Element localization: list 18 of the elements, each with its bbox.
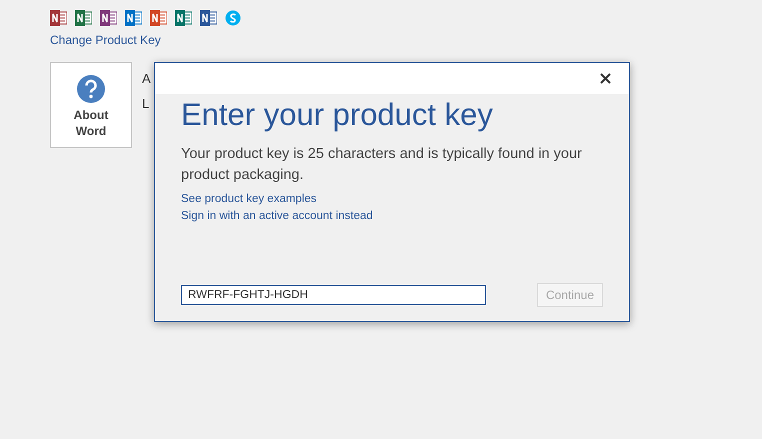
dialog-link[interactable]: Sign in with an active account instead (181, 208, 373, 225)
help-icon (77, 75, 105, 103)
product-key-field[interactable]: RWFRF-FGHTJ-HGDH (181, 285, 486, 305)
info-text: L (142, 94, 150, 112)
app-icon[interactable] (150, 10, 167, 26)
app-icon[interactable] (125, 10, 142, 26)
app-icon[interactable] (75, 10, 92, 26)
app-icon[interactable] (50, 10, 67, 26)
info-text: A (142, 70, 151, 88)
dialog-title: Enter your product key (181, 96, 494, 134)
dialog-description: Your product key is 25 characters and is typically found in your product packaging. (181, 145, 583, 185)
about-tile[interactable]: About Word (50, 62, 132, 148)
app-icon[interactable] (200, 10, 217, 26)
close-icon (600, 73, 610, 84)
app-icon[interactable] (100, 10, 117, 26)
dialog-link[interactable]: See product key examples (181, 191, 317, 208)
change-product-key-link[interactable]: Change Product Key (50, 31, 762, 49)
app-icon[interactable] (175, 10, 192, 26)
